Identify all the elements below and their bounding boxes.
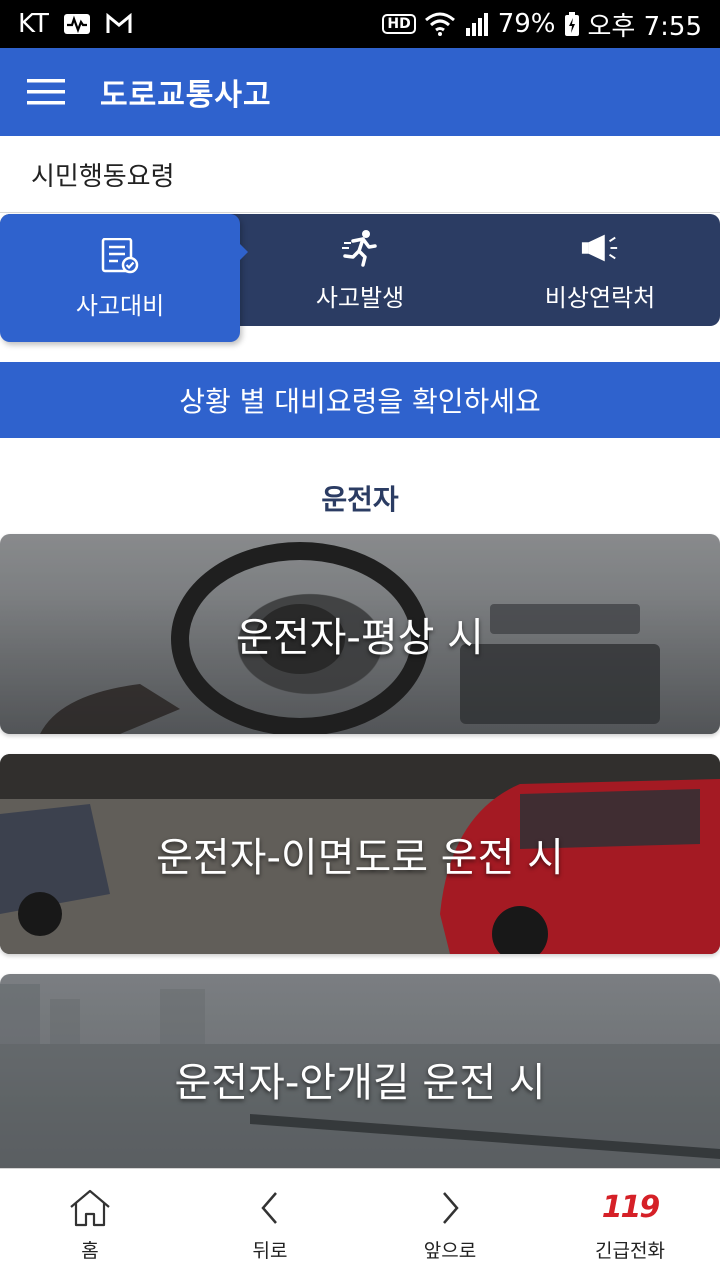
tab-emergency-contacts[interactable]: 비상연락처 <box>480 214 720 326</box>
info-banner: 상황 별 대비요령을 확인하세요 <box>0 362 720 438</box>
tab-label: 사고대비 <box>75 291 165 320</box>
gmail-icon <box>105 13 133 35</box>
card-title: 운전자-평상 시 <box>236 615 484 661</box>
running-person-icon <box>340 228 380 268</box>
nav-home[interactable]: 홈 <box>0 1169 180 1280</box>
card-title: 운전자-안개길 운전 시 <box>174 1060 546 1106</box>
battery-percent: 79% <box>497 9 556 39</box>
emergency-119-icon: 119 <box>602 1188 661 1228</box>
nav-emergency-call[interactable]: 119 긴급전화 <box>540 1169 720 1280</box>
menu-button[interactable] <box>0 48 92 136</box>
nav-label: 홈 <box>81 1239 99 1262</box>
nav-label: 긴급전화 <box>595 1239 665 1262</box>
screen: KT HD 79% 오후 7:55 도로교통사고 시민행동요령 사고대비 사고발… <box>0 0 720 1280</box>
tab-label: 비상연락처 <box>544 283 656 312</box>
app-bar: 도로교통사고 <box>0 48 720 136</box>
wifi-icon <box>424 11 456 37</box>
megaphone-icon <box>580 228 620 268</box>
home-icon <box>66 1188 114 1228</box>
card-title: 운전자-이면도로 운전 시 <box>156 835 564 881</box>
tab-label: 사고발생 <box>315 283 405 312</box>
card-driver-normal[interactable]: 운전자-평상 시 <box>0 534 720 734</box>
nav-label: 앞으로 <box>423 1239 477 1262</box>
chevron-left-icon <box>246 1188 294 1228</box>
activity-icon <box>63 12 91 36</box>
emergency-119-logo: 119 <box>601 1190 661 1225</box>
card-driver-foggy-road[interactable]: 운전자-안개길 운전 시 <box>0 974 720 1184</box>
nav-label: 뒤로 <box>252 1239 288 1262</box>
bottom-nav: 홈 뒤로 앞으로 119 긴급전화 <box>0 1168 720 1280</box>
chevron-right-icon <box>426 1188 474 1228</box>
hamburger-menu-icon <box>27 79 65 105</box>
checklist-icon <box>100 236 140 276</box>
battery-icon <box>564 11 580 37</box>
nav-forward[interactable]: 앞으로 <box>360 1169 540 1280</box>
page-title: 도로교통사고 <box>100 78 272 113</box>
signal-icon <box>464 11 490 37</box>
clock: 오후 7:55 <box>587 11 703 42</box>
nav-back[interactable]: 뒤로 <box>180 1169 360 1280</box>
sub-header: 시민행동요령 <box>0 136 720 213</box>
tab-accident-prep[interactable]: 사고대비 <box>0 214 248 342</box>
card-driver-side-road[interactable]: 운전자-이면도로 운전 시 <box>0 754 720 954</box>
section-title: 운전자 <box>321 483 399 516</box>
hd-badge: HD <box>382 14 416 34</box>
carrier-label: KT <box>18 9 49 39</box>
status-bar: KT HD 79% 오후 7:55 <box>0 0 720 48</box>
tab-accident-occurred[interactable]: 사고발생 <box>240 214 480 326</box>
